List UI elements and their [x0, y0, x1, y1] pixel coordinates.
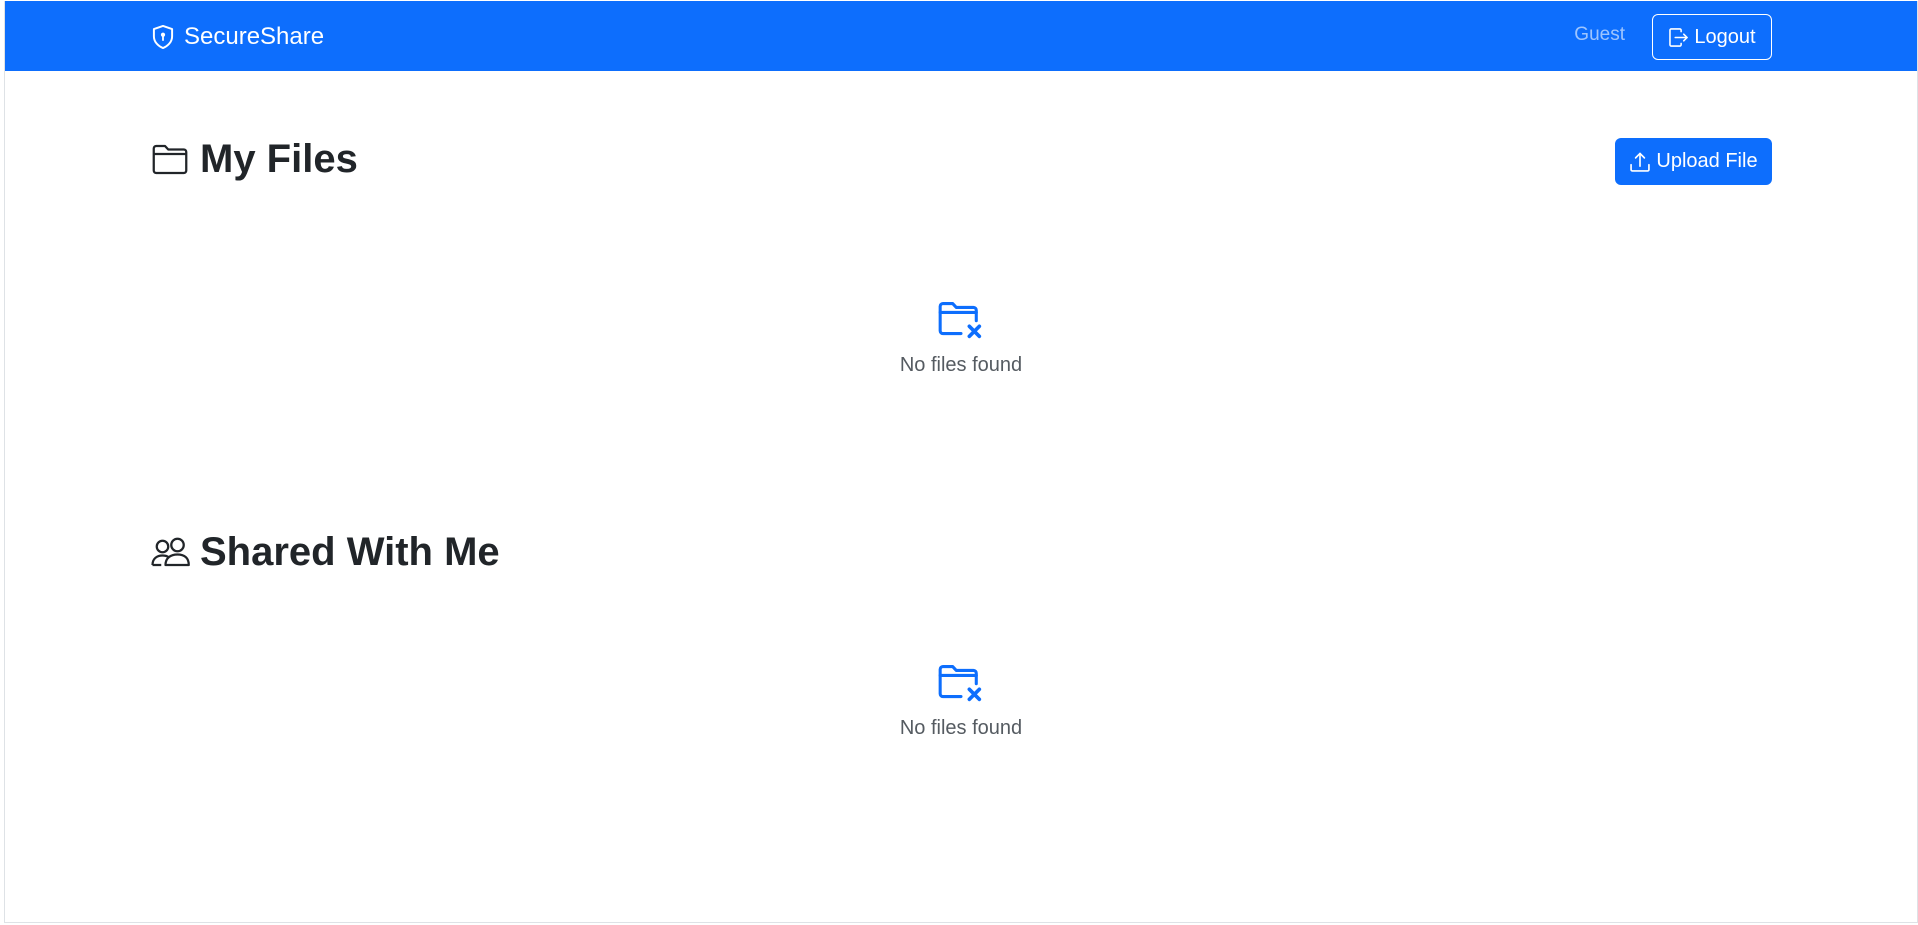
people-icon [151, 537, 190, 567]
my-files-title: My Files [150, 135, 358, 183]
shared-empty-message: No files found [899, 717, 1023, 739]
shared-title: Shared With Me [150, 528, 500, 576]
folder-x-icon [938, 302, 982, 339]
upload-file-label: Upload File [1656, 150, 1758, 172]
top-navbar: SecureShare Guest Logout [5, 1, 1917, 71]
folder-x-icon [938, 665, 982, 702]
app-window: SecureShare Guest Logout My Files Upload… [4, 1, 1918, 923]
brand-name: SecureShare [184, 23, 325, 50]
navbar-container: SecureShare Guest Logout [150, 1, 1772, 71]
my-files-empty-message: No files found [899, 354, 1023, 376]
shared-title-text: Shared With Me [200, 530, 500, 574]
shared-empty-state: No files found [150, 658, 1772, 740]
shared-header: Shared With Me [150, 522, 1772, 582]
current-user-label: Guest [1574, 24, 1625, 45]
brand-link[interactable]: SecureShare [150, 23, 324, 51]
folder-icon [152, 144, 188, 175]
logout-label: Logout [1694, 25, 1756, 48]
box-arrow-right-icon [1669, 27, 1689, 47]
shield-lock-icon [152, 24, 174, 50]
upload-icon [1630, 152, 1651, 172]
upload-file-button[interactable]: Upload File [1615, 138, 1772, 185]
logout-button[interactable]: Logout [1652, 14, 1772, 60]
my-files-header: My Files [150, 129, 1772, 189]
my-files-title-text: My Files [200, 137, 358, 181]
my-files-empty-state: No files found [150, 295, 1772, 377]
